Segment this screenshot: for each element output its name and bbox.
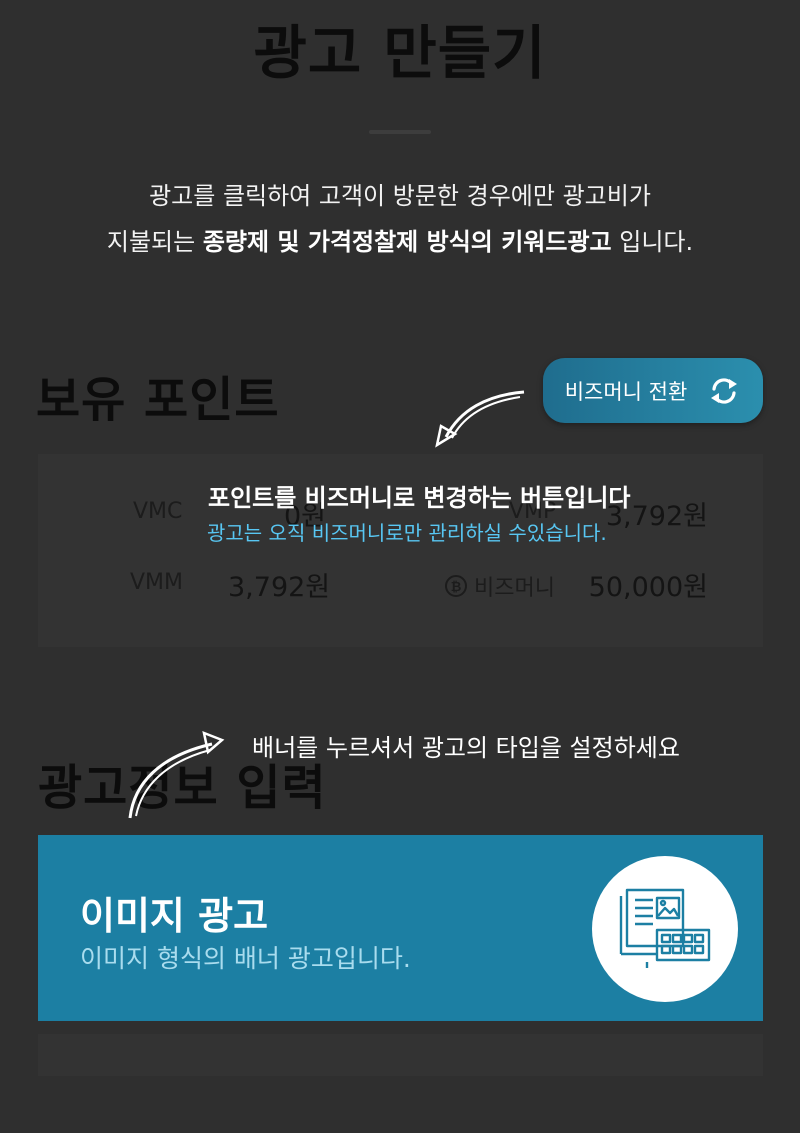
image-ad-icon bbox=[617, 884, 713, 974]
curved-arrow-up-icon bbox=[128, 730, 225, 819]
bizmoney-point-label: ₿ 비즈머니 bbox=[444, 570, 555, 602]
intro-line-2: 지불되는 종량제 및 가격정찰제 방식의 키워드광고 입니다. bbox=[0, 222, 800, 257]
svg-text:₿: ₿ bbox=[451, 580, 462, 595]
curved-arrow-icon bbox=[435, 390, 525, 448]
image-ad-description: 이미지 형식의 배너 광고입니다. bbox=[80, 944, 411, 973]
refresh-icon bbox=[707, 376, 741, 406]
bitcoin-coin-icon: ₿ bbox=[444, 574, 468, 598]
switch-tooltip-main: 포인트를 비즈머니로 변경하는 버튼입니다 bbox=[208, 484, 631, 512]
intro-prefix: 지불되는 bbox=[106, 228, 203, 256]
intro-suffix: 입니다. bbox=[611, 228, 694, 256]
image-ad-icon-circle bbox=[592, 856, 738, 1002]
switch-tooltip-sub: 광고는 오직 비즈머니로만 관리하실 수있습니다. bbox=[207, 521, 607, 545]
banner-tooltip: 배너를 누르셔서 광고의 타입을 설정하세요 bbox=[252, 734, 680, 762]
image-ad-card[interactable]: 이미지 광고 이미지 형식의 배너 광고입니다. bbox=[38, 835, 763, 1021]
image-ad-title: 이미지 광고 bbox=[80, 894, 269, 938]
bizmoney-switch-label: 비즈머니 전환 bbox=[564, 379, 688, 404]
title-divider bbox=[369, 130, 431, 134]
point-label-vmc: VMC bbox=[133, 499, 183, 524]
intro-highlight: 종량제 및 가격정찰제 방식의 키워드광고 bbox=[202, 228, 612, 256]
intro-line-1: 광고를 클릭하여 고객이 방문한 경우에만 광고비가 bbox=[149, 182, 651, 210]
point-label-bizmoney: 비즈머니 bbox=[474, 576, 555, 601]
points-section-title: 보유 포인트 bbox=[36, 372, 280, 428]
next-ad-card[interactable] bbox=[38, 1034, 763, 1076]
point-value-bizmoney: 50,000원 bbox=[588, 572, 708, 603]
page-title: 광고 만들기 bbox=[253, 19, 547, 87]
point-label-vmm: VMM bbox=[130, 570, 184, 595]
point-value-vmm: 3,792원 bbox=[228, 572, 331, 603]
bizmoney-switch-button[interactable]: 비즈머니 전환 bbox=[543, 358, 763, 423]
